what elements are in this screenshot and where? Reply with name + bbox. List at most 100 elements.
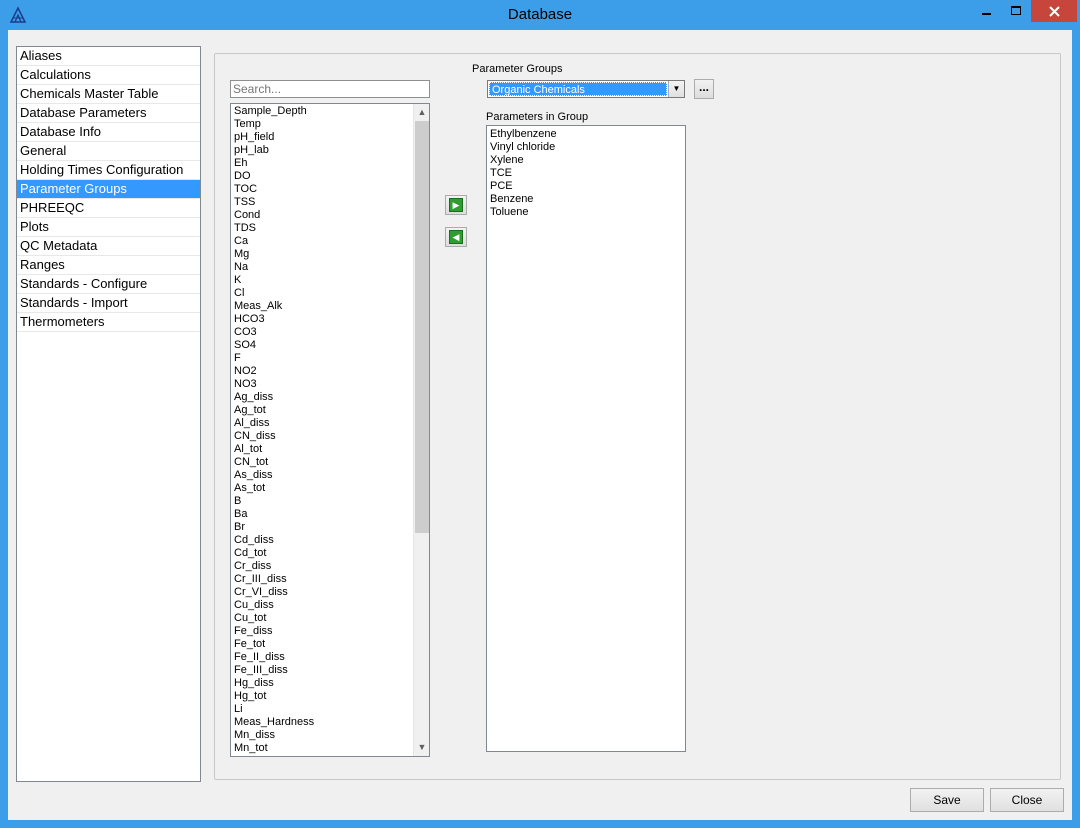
nav-item[interactable]: Aliases <box>17 47 200 66</box>
parameter-list-item[interactable]: Al_tot <box>234 443 412 456</box>
nav-item[interactable]: Calculations <box>17 66 200 85</box>
section-nav-list[interactable]: Aliases Calculations Chemicals Master Tabl… <box>16 46 201 782</box>
parameter-list-item[interactable]: CO3 <box>234 326 412 339</box>
parameter-list-item[interactable]: SO4 <box>234 339 412 352</box>
parameter-list-item[interactable]: Mn_diss <box>234 729 412 742</box>
parameter-list-item[interactable]: Li <box>234 703 412 716</box>
nav-item[interactable]: QC Metadata <box>17 237 200 256</box>
parameter-list-item[interactable]: TSS <box>234 196 412 209</box>
search-input[interactable] <box>230 80 430 98</box>
add-to-group-button[interactable]: ▶ <box>445 195 467 215</box>
nav-item[interactable]: Standards - Import <box>17 294 200 313</box>
nav-item[interactable]: General <box>17 142 200 161</box>
parameter-list-item[interactable]: F <box>234 352 412 365</box>
maximize-icon <box>1011 6 1021 15</box>
parameter-list-item[interactable]: NO2 <box>234 365 412 378</box>
parameter-list-item[interactable]: Sample_Depth <box>234 105 412 118</box>
parameter-list-item[interactable]: Hg_tot <box>234 690 412 703</box>
parameter-list-item[interactable]: Meas_Alk <box>234 300 412 313</box>
parameter-list-item[interactable]: Hg_diss <box>234 677 412 690</box>
nav-item[interactable]: Plots <box>17 218 200 237</box>
close-button[interactable]: Close <box>990 788 1064 812</box>
parameter-list-item[interactable]: Fe_diss <box>234 625 412 638</box>
close-icon <box>1048 5 1060 17</box>
group-parameter-item[interactable]: TCE <box>490 167 557 180</box>
parameter-list-item[interactable]: Cl <box>234 287 412 300</box>
parameters-in-group-list[interactable]: Ethylbenzene Vinyl chloride Xylene TCE PCE Be… <box>486 125 686 752</box>
parameter-list-item[interactable]: Cu_diss <box>234 599 412 612</box>
chevron-down-icon[interactable]: ▼ <box>668 81 684 97</box>
parameter-list-scrollbar[interactable]: ▲ ▼ <box>413 104 429 756</box>
close-window-button[interactable] <box>1031 0 1077 22</box>
parameter-list-item[interactable]: Mn_tot <box>234 742 412 755</box>
parameter-list-item[interactable]: Ba <box>234 508 412 521</box>
parameter-list-item[interactable]: Cond <box>234 209 412 222</box>
parameter-list-item[interactable]: Cd_diss <box>234 534 412 547</box>
nav-item[interactable]: PHREEQC <box>17 199 200 218</box>
parameter-list-item[interactable]: Fe_II_diss <box>234 651 412 664</box>
parameter-list-item[interactable]: As_diss <box>234 469 412 482</box>
edit-groups-button[interactable]: ... <box>694 79 714 99</box>
parameter-list-item[interactable]: Fe_III_diss <box>234 664 412 677</box>
nav-item[interactable]: Database Info <box>17 123 200 142</box>
parameter-list-item[interactable]: Cr_diss <box>234 560 412 573</box>
group-parameter-item[interactable]: PCE <box>490 180 557 193</box>
group-parameter-item[interactable]: Xylene <box>490 154 557 167</box>
nav-item[interactable]: Parameter Groups <box>17 180 200 199</box>
minimize-button[interactable] <box>972 0 1002 22</box>
nav-item[interactable]: Thermometers <box>17 313 200 332</box>
nav-item[interactable]: Chemicals Master Table <box>17 85 200 104</box>
parameter-list-item[interactable]: CN_diss <box>234 430 412 443</box>
parameter-list-item[interactable]: NO3 <box>234 378 412 391</box>
dialog-client-area: Aliases Calculations Chemicals Master Tabl… <box>8 30 1072 820</box>
minimize-icon <box>982 13 991 15</box>
group-parameter-item[interactable]: Benzene <box>490 193 557 206</box>
parameter-list-item[interactable]: TOC <box>234 183 412 196</box>
parameter-list-item[interactable]: Ag_diss <box>234 391 412 404</box>
parameter-list-item[interactable]: CN_tot <box>234 456 412 469</box>
parameter-list-item[interactable]: Cr_VI_diss <box>234 586 412 599</box>
group-parameter-item[interactable]: Ethylbenzene <box>490 128 557 141</box>
nav-item[interactable]: Standards - Configure <box>17 275 200 294</box>
group-parameter-item[interactable]: Vinyl chloride <box>490 141 557 154</box>
parameter-list-item[interactable]: Temp <box>234 118 412 131</box>
arrow-right-icon: ▶ <box>449 198 463 212</box>
parameter-list-item[interactable]: pH_field <box>234 131 412 144</box>
parameter-list-item[interactable]: As_tot <box>234 482 412 495</box>
parameter-list-item[interactable]: Mg <box>234 248 412 261</box>
nav-item[interactable]: Database Parameters <box>17 104 200 123</box>
parameter-items: Sample_Depth Temp pH_field pH_lab Eh DO TOC TSS… <box>234 105 412 755</box>
parameters-in-group-label: Parameters in Group <box>486 111 589 123</box>
database-window: Database Aliases Calculations Chemicals Ma… <box>0 0 1080 828</box>
selected-group-value: Organic Chemicals <box>489 82 667 96</box>
parameter-list-item[interactable]: DO <box>234 170 412 183</box>
parameter-list-item[interactable]: Na <box>234 261 412 274</box>
all-parameters-list[interactable]: Sample_Depth Temp pH_field pH_lab Eh DO TOC TSS… <box>230 103 430 757</box>
parameter-list-item[interactable]: B <box>234 495 412 508</box>
save-button[interactable]: Save <box>910 788 984 812</box>
parameter-list-item[interactable]: Al_diss <box>234 417 412 430</box>
parameter-list-item[interactable]: TDS <box>234 222 412 235</box>
parameter-list-item[interactable]: Cu_tot <box>234 612 412 625</box>
maximize-button[interactable] <box>1002 0 1030 22</box>
scroll-up-icon[interactable]: ▲ <box>414 104 429 121</box>
parameter-list-item[interactable]: Cd_tot <box>234 547 412 560</box>
parameter-list-item[interactable]: Eh <box>234 157 412 170</box>
title-bar[interactable]: Database <box>0 0 1080 30</box>
nav-item[interactable]: Holding Times Configuration <box>17 161 200 180</box>
parameter-list-item[interactable]: Meas_Hardness <box>234 716 412 729</box>
scroll-down-icon[interactable]: ▼ <box>414 739 429 756</box>
remove-from-group-button[interactable]: ◀ <box>445 227 467 247</box>
parameter-group-select[interactable]: Organic Chemicals ▼ <box>487 80 685 98</box>
parameter-list-item[interactable]: K <box>234 274 412 287</box>
parameter-list-item[interactable]: Br <box>234 521 412 534</box>
parameter-list-item[interactable]: pH_lab <box>234 144 412 157</box>
parameter-list-item[interactable]: HCO3 <box>234 313 412 326</box>
parameter-list-item[interactable]: Ca <box>234 235 412 248</box>
parameter-list-item[interactable]: Cr_III_diss <box>234 573 412 586</box>
parameter-list-item[interactable]: Ag_tot <box>234 404 412 417</box>
parameter-list-item[interactable]: Fe_tot <box>234 638 412 651</box>
group-parameter-item[interactable]: Toluene <box>490 206 557 219</box>
scrollbar-thumb[interactable] <box>415 121 429 533</box>
nav-item[interactable]: Ranges <box>17 256 200 275</box>
